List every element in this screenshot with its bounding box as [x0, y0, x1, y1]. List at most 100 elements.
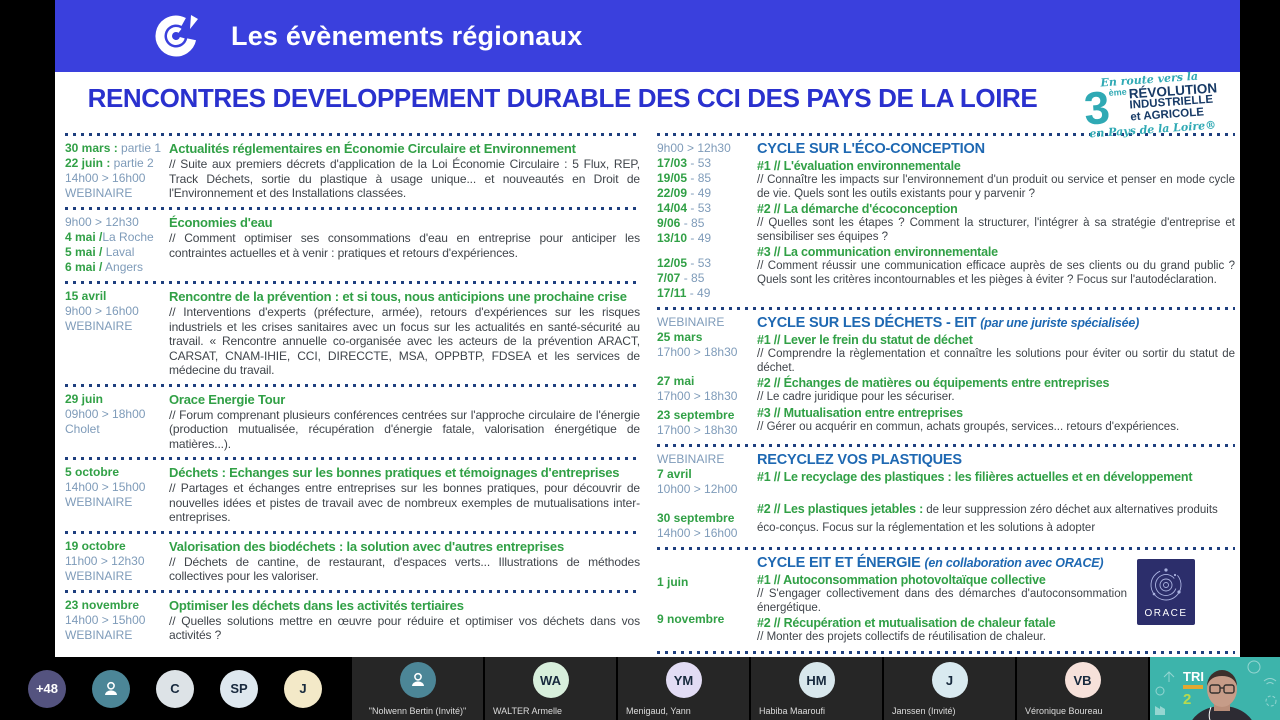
- participant-avatar: WA: [532, 662, 569, 698]
- participant-tile[interactable]: VB Véronique Boureau: [1017, 657, 1148, 720]
- participant-video-tile[interactable]: TRI 2: [1150, 657, 1280, 720]
- avatar-initials: VB: [1073, 672, 1092, 688]
- event-row: 9h00 > 12h30 4 mai /La Roche 5 mai / Lav…: [65, 210, 640, 281]
- avatar-initials: J: [299, 681, 307, 696]
- event-date: 30 mars :: [65, 141, 118, 155]
- cycle-dates: WEBINAIRE 7 avril 10h00 > 12h00 30 septe…: [657, 452, 757, 541]
- participant-avatar: VB: [1064, 662, 1101, 698]
- participant-tile[interactable]: HM Habiba Maaroufi: [751, 657, 882, 720]
- participant-tile[interactable]: WA WALTER Armelle: [485, 657, 616, 720]
- participant-avatar: [399, 662, 436, 698]
- events-left-column: 30 mars : partie 1 22 juin : partie 2 14…: [65, 133, 649, 654]
- event-date: 23 novembre: [65, 597, 140, 612]
- event-description: // Déchets de cantine, de restaurant, d'…: [169, 554, 640, 584]
- event-row: 30 mars : partie 1 22 juin : partie 2 14…: [65, 136, 640, 207]
- event-dates: 30 mars : partie 1 22 juin : partie 2 14…: [65, 141, 169, 201]
- event-dates: 29 juin 09h00 > 18h00 Cholet: [65, 392, 169, 452]
- participant-name: "Nolwenn Bertin (Invité)": [368, 706, 467, 716]
- event-row: 29 juin 09h00 > 18h00 Cholet Orace Energ…: [65, 387, 640, 458]
- event-code: - 49: [686, 286, 711, 300]
- cycle-item-description: // Quelles sont les étapes ? Comment la …: [757, 217, 1235, 243]
- webcam-video: TRI 2: [1150, 657, 1280, 720]
- participant-avatar[interactable]: J: [284, 669, 322, 708]
- avatar-initials: WA: [540, 672, 561, 688]
- avatar-initials: HM: [806, 672, 827, 688]
- participant-overflow-count[interactable]: +48: [28, 669, 66, 708]
- event-location: Cholet: [65, 421, 100, 436]
- cci-logo: [155, 15, 198, 57]
- orace-logo: ORACE: [1137, 559, 1195, 625]
- cycle-block: WEBINAIRE 7 avril 10h00 > 12h00 30 septe…: [657, 447, 1235, 547]
- cycle-item-description: // Monter des projets collectifs de réut…: [757, 631, 1046, 643]
- event-date: 19 octobre: [65, 538, 126, 553]
- event-time: 11h00 > 12h30: [65, 553, 145, 568]
- event-format: WEBINAIRE: [65, 627, 133, 642]
- event-code: - 85: [687, 171, 712, 185]
- event-description: // Partages et échanges entre entreprise…: [169, 481, 640, 524]
- cycle-item-title: #1 // Le recyclage des plastiques : les …: [757, 470, 1193, 484]
- cycle-item-title: #2 // Les plastiques jetables :: [757, 502, 924, 516]
- participant-avatar[interactable]: C: [156, 669, 194, 708]
- cycle-item-title: #3 // La communication environnementale: [757, 245, 998, 259]
- event-code: - 85: [680, 271, 705, 285]
- shared-document: Les évènements régionaux RENCONTRES DEVE…: [55, 0, 1240, 657]
- event-time: 10h00 > 12h00: [657, 482, 738, 496]
- event-dates: 9h00 > 12h30 4 mai /La Roche 5 mai / Lav…: [65, 215, 169, 275]
- participants-bar: +48 C SP J "Nolwenn Bertin (Invité)" WA …: [0, 657, 1280, 720]
- participant-name: Janssen (Invité): [892, 706, 956, 716]
- event-date-detail: partie 1: [117, 141, 162, 155]
- event-date: 27 mai: [657, 374, 695, 388]
- event-description: // Comment optimiser ses consommations d…: [169, 231, 640, 260]
- overflow-count-label: +48: [35, 681, 59, 696]
- event-date: 23 septembre: [657, 408, 735, 422]
- poster-number: 2: [1183, 691, 1191, 708]
- cycle-note: (en collaboration avec ORACE): [924, 556, 1104, 570]
- participant-name: Habiba Maaroufi: [759, 706, 826, 716]
- cycle-block: WEBINAIRE 25 mars 17h00 > 18h30 27 mai 1…: [657, 310, 1235, 444]
- event-date: 5 octobre: [65, 465, 120, 479]
- cycle-title: CYCLE SUR LES DÉCHETS - EIT: [757, 315, 977, 331]
- event-date: 15 avril: [65, 289, 107, 303]
- event-row: 23 novembre 14h00 > 15h00 WEBINAIRE Opti…: [65, 593, 640, 649]
- badge-numeral-sup: ème: [1108, 86, 1127, 98]
- event-date: 7/07: [657, 271, 681, 285]
- event-time: 9h00 > 16h00: [65, 304, 139, 318]
- event-title: Actualités réglementaires en Économie Ci…: [169, 141, 576, 156]
- participant-avatar[interactable]: SP: [220, 669, 258, 708]
- event-row: 5 octobre 14h00 > 15h00 WEBINAIRE Déchet…: [65, 460, 640, 531]
- participant-avatar: J: [931, 662, 968, 698]
- participant-name: WALTER Armelle: [493, 706, 563, 716]
- cycle-dates: WEBINAIRE 25 mars 17h00 > 18h30 27 mai 1…: [657, 315, 757, 438]
- event-date: 9 novembre: [657, 612, 725, 626]
- banner-title: Les évènements régionaux: [231, 20, 583, 51]
- avatar-initials: C: [170, 681, 180, 696]
- event-format: WEBINAIRE: [65, 495, 133, 509]
- cycle-item-description: // Le cadre juridique pour les sécuriser…: [757, 391, 955, 403]
- participant-tile[interactable]: J Janssen (Invité): [884, 657, 1015, 720]
- event-dates: 23 novembre 14h00 > 15h00 WEBINAIRE: [65, 598, 169, 643]
- top-banner: Les évènements régionaux: [55, 0, 1240, 72]
- event-title: Rencontre de la prévention : et si tous,…: [169, 289, 627, 304]
- participant-tile[interactable]: "Nolwenn Bertin (Invité)": [352, 657, 483, 720]
- event-description: // Quelles solutions mettre en œuvre pou…: [169, 613, 640, 643]
- event-date: 5 mai /: [65, 245, 103, 259]
- cycle-title: CYCLE EIT ET ÉNERGIE: [757, 555, 921, 571]
- participant-avatar[interactable]: [92, 669, 130, 708]
- cycle-note: (par une juriste spécialisée): [980, 316, 1140, 330]
- event-date-detail: partie 2: [110, 156, 154, 170]
- events-right-column: 9h00 > 12h30 17/03 - 53 19/05 - 85 22/09…: [649, 133, 1235, 654]
- participant-tile[interactable]: YM Menigaud, Yann: [618, 657, 749, 720]
- event-date: 30 septembre: [657, 511, 735, 525]
- events-columns: 30 mars : partie 1 22 juin : partie 2 14…: [55, 124, 1240, 654]
- event-title: Déchets : Echanges sur les bonnes pratiq…: [169, 465, 620, 480]
- badge-numeral: 3: [1082, 80, 1112, 135]
- event-date: 9/06: [657, 216, 681, 230]
- cycle-item-title: #3 // Mutualisation entre entreprises: [757, 405, 963, 420]
- event-description: // Forum comprenant plusieurs conférence…: [169, 407, 640, 451]
- event-format: WEBINAIRE: [657, 315, 725, 329]
- event-date: 13/10: [657, 231, 688, 245]
- event-code: - 85: [680, 216, 705, 230]
- event-time: 14h00 > 16h00: [65, 171, 146, 185]
- event-time: 9h00 > 12h30: [65, 215, 139, 229]
- avatar-initials: SP: [230, 681, 248, 696]
